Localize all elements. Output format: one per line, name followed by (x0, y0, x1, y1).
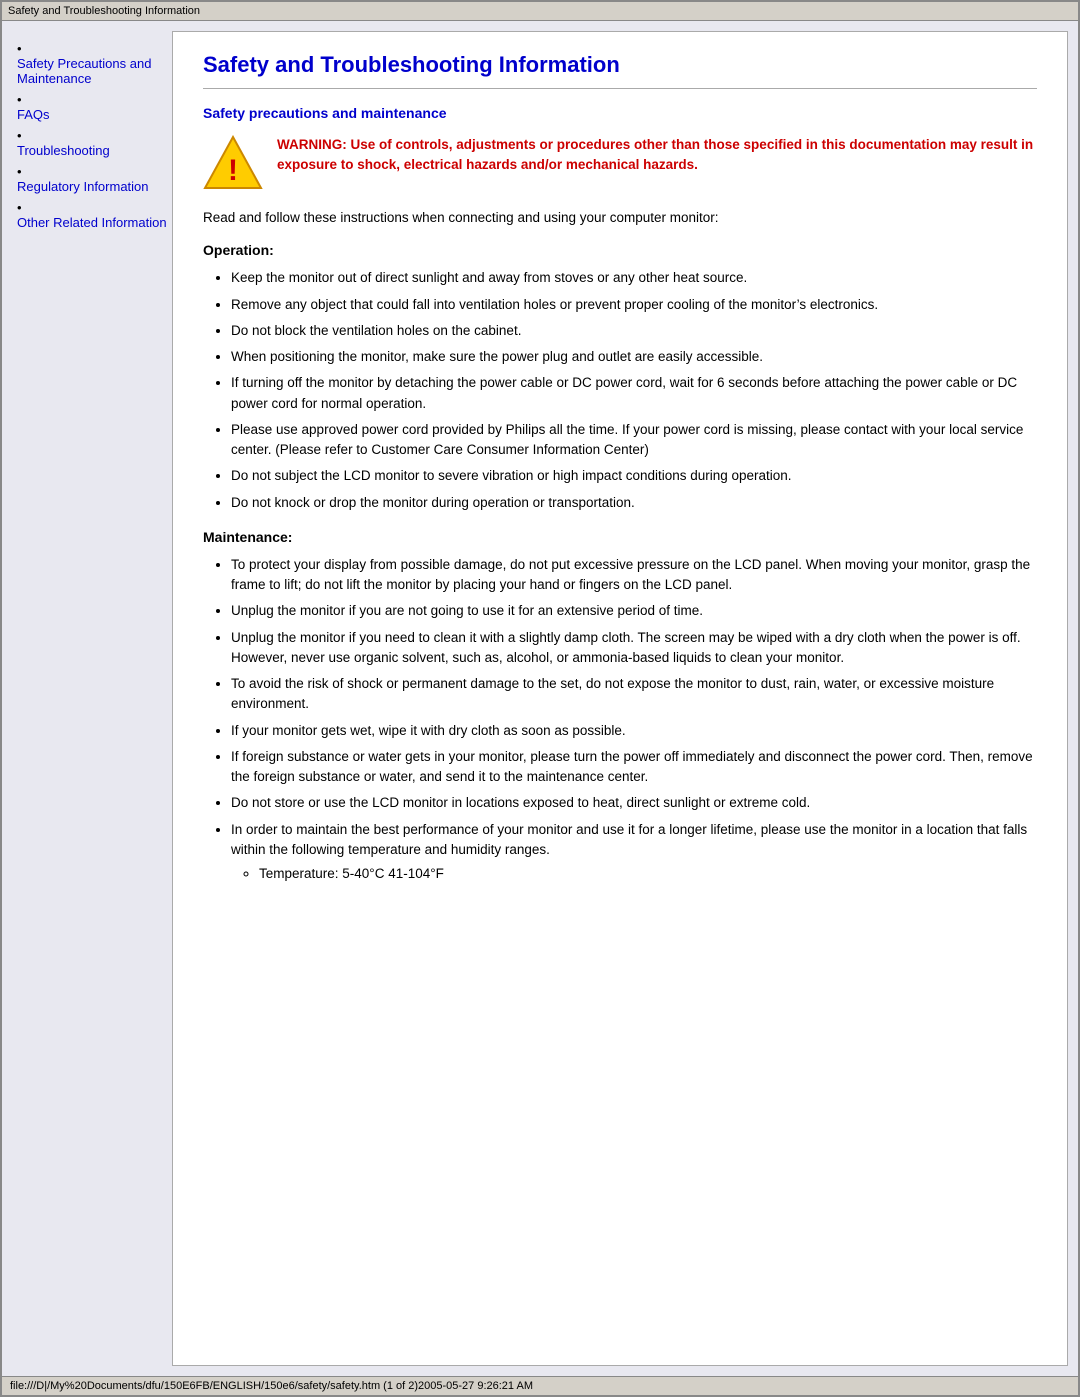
content-area: • Safety Precautions and Maintenance • F… (2, 21, 1078, 1376)
list-item: To avoid the risk of shock or permanent … (231, 674, 1037, 715)
divider (203, 88, 1037, 89)
sidebar-link-safety[interactable]: Safety Precautions and Maintenance (17, 56, 167, 86)
maintenance-heading: Maintenance: (203, 529, 1037, 545)
list-item: Please use approved power cord provided … (231, 420, 1037, 461)
list-item: To protect your display from possible da… (231, 555, 1037, 596)
status-bar-text: file:///D|/My%20Documents/dfu/150E6FB/EN… (10, 1380, 533, 1392)
list-item: When positioning the monitor, make sure … (231, 347, 1037, 367)
temp-sub-item: Temperature: 5-40°C 41-104°F (259, 864, 1037, 884)
list-item: If foreign substance or water gets in yo… (231, 747, 1037, 788)
svg-text:!: ! (228, 154, 238, 187)
sidebar-item-safety[interactable]: • Safety Precautions and Maintenance (17, 41, 167, 86)
sidebar: • Safety Precautions and Maintenance • F… (12, 31, 172, 1366)
list-item: If turning off the monitor by detaching … (231, 373, 1037, 414)
list-item: Unplug the monitor if you are not going … (231, 601, 1037, 621)
main-content: Safety and Troubleshooting Information S… (172, 31, 1068, 1366)
list-item: Do not block the ventilation holes on th… (231, 321, 1037, 341)
sidebar-link-troubleshooting[interactable]: Troubleshooting (17, 143, 167, 158)
list-item: If your monitor gets wet, wipe it with d… (231, 721, 1037, 741)
warning-icon: ! (203, 135, 263, 190)
list-item: Do not store or use the LCD monitor in l… (231, 793, 1037, 813)
sidebar-link-other[interactable]: Other Related Information (17, 215, 167, 230)
title-bar-text: Safety and Troubleshooting Information (8, 5, 200, 17)
browser-window: Safety and Troubleshooting Information •… (0, 0, 1080, 1397)
list-item: Keep the monitor out of direct sunlight … (231, 268, 1037, 288)
sidebar-item-regulatory[interactable]: • Regulatory Information (17, 164, 167, 194)
sidebar-item-troubleshooting[interactable]: • Troubleshooting (17, 128, 167, 158)
list-item: In order to maintain the best performanc… (231, 820, 1037, 885)
section-heading: Safety precautions and maintenance (203, 105, 1037, 121)
list-item: Do not subject the LCD monitor to severe… (231, 466, 1037, 486)
sidebar-item-faqs[interactable]: • FAQs (17, 92, 167, 122)
list-item: Remove any object that could fall into v… (231, 295, 1037, 315)
warning-box: ! WARNING: Use of controls, adjustments … (203, 135, 1037, 190)
operation-list: Keep the monitor out of direct sunlight … (203, 268, 1037, 513)
sidebar-link-regulatory[interactable]: Regulatory Information (17, 179, 167, 194)
maintenance-list: To protect your display from possible da… (203, 555, 1037, 885)
list-item: Unplug the monitor if you need to clean … (231, 628, 1037, 669)
status-bar: file:///D|/My%20Documents/dfu/150E6FB/EN… (2, 1376, 1078, 1395)
intro-text: Read and follow these instructions when … (203, 208, 1037, 228)
list-item: Do not knock or drop the monitor during … (231, 493, 1037, 513)
temp-sub-list: Temperature: 5-40°C 41-104°F (231, 864, 1037, 884)
sidebar-item-other[interactable]: • Other Related Information (17, 200, 167, 230)
page-title: Safety and Troubleshooting Information (203, 52, 1037, 78)
operation-heading: Operation: (203, 242, 1037, 258)
sidebar-link-faqs[interactable]: FAQs (17, 107, 167, 122)
title-bar: Safety and Troubleshooting Information (2, 2, 1078, 21)
warning-text: WARNING: Use of controls, adjustments or… (277, 135, 1037, 176)
